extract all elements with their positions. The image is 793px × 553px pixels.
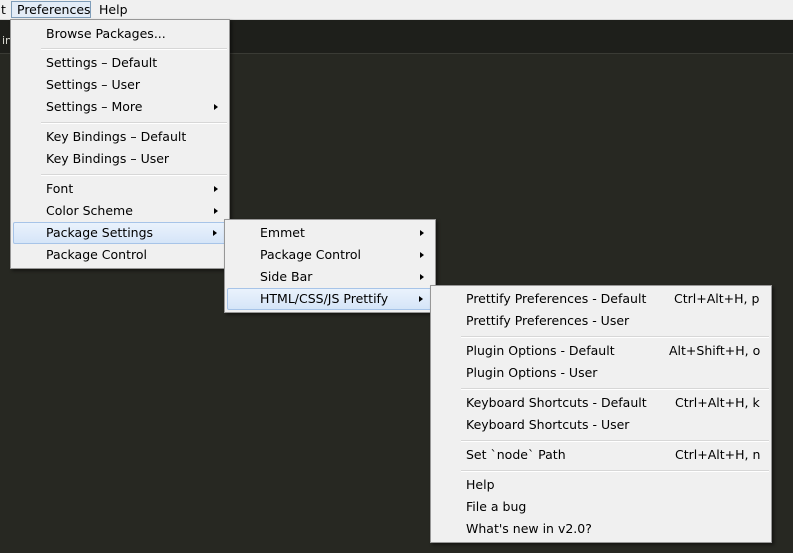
submenu-arrow-icon — [213, 230, 217, 236]
prettify-submenu: Prettify Preferences - Default Ctrl+Alt+… — [430, 285, 772, 543]
menu-item-whats-new[interactable]: What's new in v2.0? — [433, 518, 769, 540]
menu-item-package-settings[interactable]: Package Settings — [13, 222, 227, 244]
submenu-arrow-icon — [214, 208, 218, 214]
menu-item-keyboard-shortcuts-user[interactable]: Keyboard Shortcuts - User — [433, 414, 769, 436]
menu-item-keyboard-shortcuts-default[interactable]: Keyboard Shortcuts - Default Ctrl+Alt+H,… — [433, 392, 769, 414]
menu-separator — [41, 48, 227, 50]
menu-item-package-control[interactable]: Package Control — [227, 244, 433, 266]
submenu-arrow-icon — [214, 186, 218, 192]
menu-item-label: Package Control — [260, 247, 361, 262]
menu-item-label: Plugin Options - User — [466, 365, 598, 380]
menu-item-label: Plugin Options - Default — [466, 343, 615, 358]
menu-item-package-control[interactable]: Package Control — [13, 244, 227, 266]
menu-item-label: Key Bindings – User — [46, 151, 170, 166]
menu-item-help[interactable]: Help — [433, 474, 769, 496]
menu-bar-item-help[interactable]: Help — [94, 1, 133, 18]
menu-item-shortcut: Ctrl+Alt+H, k — [675, 395, 760, 410]
menu-item-label: Side Bar — [260, 269, 313, 284]
menu-separator — [41, 174, 227, 176]
menu-bar-item-preferences[interactable]: Preferences — [11, 1, 91, 18]
menu-item-browse-packages[interactable]: Browse Packages... — [13, 23, 227, 45]
menu-bar-item-edit[interactable]: t — [0, 1, 11, 18]
menu-item-label: Prettify Preferences - Default — [466, 291, 647, 306]
submenu-arrow-icon — [420, 252, 424, 258]
menu-item-label: Prettify Preferences - User — [466, 313, 630, 328]
menu-item-label: Settings – More — [46, 99, 143, 114]
menu-separator — [461, 388, 769, 390]
menu-item-label: Color Scheme — [46, 203, 133, 218]
menu-item-label: Package Settings — [46, 225, 154, 240]
menu-item-label: Set `node` Path — [466, 447, 566, 462]
menu-item-label: File a bug — [466, 499, 527, 514]
menu-item-html-css-js-prettify[interactable]: HTML/CSS/JS Prettify — [227, 288, 433, 310]
menu-item-prettify-preferences-user[interactable]: Prettify Preferences - User — [433, 310, 769, 332]
menu-item-label: Key Bindings – Default — [46, 129, 187, 144]
preferences-menu: Browse Packages... Settings – Default Se… — [10, 19, 230, 269]
menu-item-label: Settings – User — [46, 77, 140, 92]
menu-item-file-a-bug[interactable]: File a bug — [433, 496, 769, 518]
menu-item-side-bar[interactable]: Side Bar — [227, 266, 433, 288]
menu-separator — [461, 470, 769, 472]
submenu-arrow-icon — [420, 230, 424, 236]
menu-item-label: HTML/CSS/JS Prettify — [260, 291, 389, 306]
menu-item-label: Emmet — [260, 225, 305, 240]
menu-item-label: Keyboard Shortcuts - Default — [466, 395, 647, 410]
menu-item-emmet[interactable]: Emmet — [227, 222, 433, 244]
menu-item-label: Keyboard Shortcuts - User — [466, 417, 630, 432]
menu-separator — [461, 336, 769, 338]
menu-separator — [461, 440, 769, 442]
menu-item-label: Font — [46, 181, 74, 196]
menu-item-shortcut: Alt+Shift+H, o — [669, 343, 761, 358]
menu-item-font[interactable]: Font — [13, 178, 227, 200]
menu-item-label: What's new in v2.0? — [466, 521, 592, 536]
menu-separator — [41, 122, 227, 124]
menu-item-set-node-path[interactable]: Set `node` Path Ctrl+Alt+H, n — [433, 444, 769, 466]
submenu-arrow-icon — [420, 274, 424, 280]
menu-item-shortcut: Ctrl+Alt+H, p — [674, 291, 760, 306]
package-settings-submenu: Emmet Package Control Side Bar HTML/CSS/… — [224, 219, 436, 313]
menu-item-settings-default[interactable]: Settings – Default — [13, 52, 227, 74]
menu-item-plugin-options-user[interactable]: Plugin Options - User — [433, 362, 769, 384]
menu-item-color-scheme[interactable]: Color Scheme — [13, 200, 227, 222]
menu-item-shortcut: Ctrl+Alt+H, n — [675, 447, 761, 462]
menu-item-key-bindings-default[interactable]: Key Bindings – Default — [13, 126, 227, 148]
menu-item-settings-more[interactable]: Settings – More — [13, 96, 227, 118]
menu-item-prettify-preferences-default[interactable]: Prettify Preferences - Default Ctrl+Alt+… — [433, 288, 769, 310]
menu-item-label: Browse Packages... — [46, 26, 166, 41]
menu-item-plugin-options-default[interactable]: Plugin Options - Default Alt+Shift+H, o — [433, 340, 769, 362]
menu-item-key-bindings-user[interactable]: Key Bindings – User — [13, 148, 227, 170]
menu-item-label: Package Control — [46, 247, 147, 262]
menu-bar: t Preferences Help — [0, 0, 793, 20]
menu-item-label: Help — [466, 477, 495, 492]
menu-item-label: Settings – Default — [46, 55, 158, 70]
submenu-arrow-icon — [214, 104, 218, 110]
menu-item-settings-user[interactable]: Settings – User — [13, 74, 227, 96]
submenu-arrow-icon — [419, 296, 423, 302]
